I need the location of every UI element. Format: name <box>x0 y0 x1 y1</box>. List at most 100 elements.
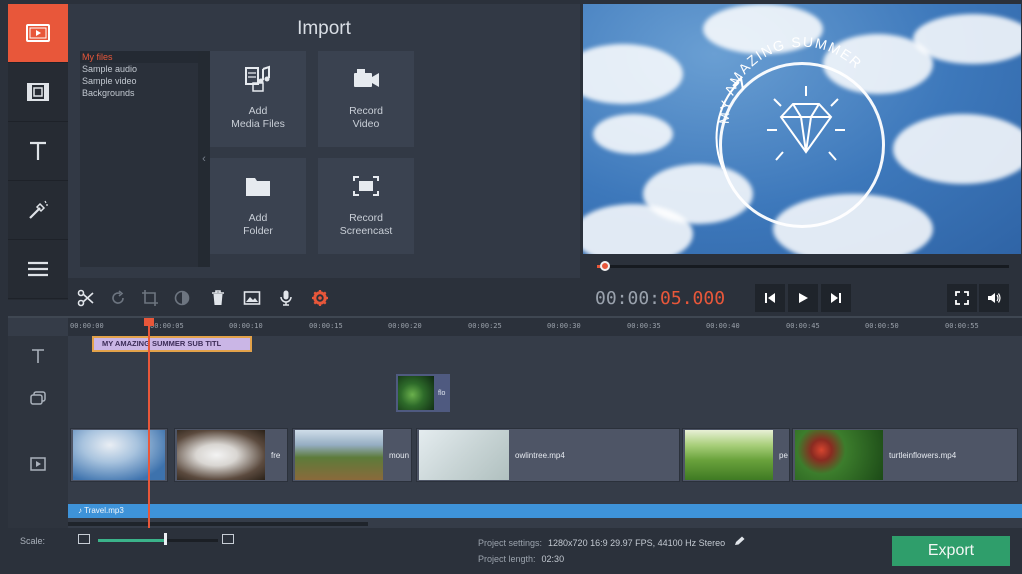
crop-icon <box>142 290 158 306</box>
seek-bar[interactable] <box>597 265 1009 268</box>
clip-thumbnail <box>685 430 773 480</box>
zoom-in-icon[interactable] <box>222 534 234 544</box>
import-panel: Import My files Sample audio Sample vide… <box>68 4 580 278</box>
split-button[interactable] <box>72 284 100 312</box>
clip-label: fre <box>271 450 281 460</box>
delete-button[interactable] <box>204 284 232 312</box>
file-list-item[interactable]: Sample audio <box>80 63 198 75</box>
tile-label-line1: Add <box>248 212 268 224</box>
project-settings-label: Project settings: <box>478 538 543 548</box>
add-media-files-button[interactable]: Add Media Files <box>210 51 306 147</box>
timecode: 00:00:05.000 <box>595 288 725 309</box>
clip-label: owlintree.mp4 <box>515 450 565 460</box>
audio-clip-label: Travel.mp3 <box>84 506 124 515</box>
video-icon <box>30 457 46 471</box>
playhead[interactable] <box>148 318 150 528</box>
clip-label: moun <box>389 450 410 460</box>
video-clip[interactable]: owlintree.mp4 <box>416 428 680 482</box>
time-ruler[interactable]: 00:00:00 00:00:05 00:00:10 00:00:15 00:0… <box>68 318 1022 336</box>
titles-icon <box>30 141 46 160</box>
fullscreen-button[interactable] <box>947 284 977 312</box>
ruler-tick: 00:00:55 <box>945 322 979 330</box>
ruler-tick: 00:00:35 <box>627 322 661 330</box>
play-icon <box>799 293 808 303</box>
import-tab[interactable] <box>8 4 68 63</box>
export-button[interactable]: Export <box>892 536 1010 566</box>
volume-button[interactable] <box>979 284 1009 312</box>
audio-clip[interactable]: ♪ Travel.mp3 <box>68 504 1022 518</box>
video-clip[interactable]: turtleinflowers.mp4 <box>792 428 1018 482</box>
titles-tab[interactable] <box>8 122 68 181</box>
volume-icon <box>988 293 1001 303</box>
timecode-value: 05.000 <box>660 288 726 309</box>
ruler-tick: 00:00:40 <box>706 322 740 330</box>
video-preview[interactable]: MY AMAZING SUMMER <box>583 4 1021 254</box>
ruler-tick: 00:00:25 <box>468 322 502 330</box>
clip-thumbnail <box>295 430 383 480</box>
transitions-tab[interactable] <box>8 181 68 240</box>
video-clip[interactable]: pe <box>682 428 790 482</box>
tile-label-line2: Screencast <box>339 225 393 237</box>
video-camera-icon <box>354 69 379 87</box>
clip-thumbnail <box>398 376 434 410</box>
ruler-tick: 00:00:50 <box>865 322 899 330</box>
more-menu-icon <box>28 261 48 277</box>
overlay-clip[interactable]: flo <box>396 374 450 412</box>
color-adjust-icon <box>174 290 190 306</box>
title-clip[interactable]: MY AMAZING SUMMER SUB TITL <box>92 336 252 352</box>
file-list-item[interactable]: Backgrounds <box>80 87 198 99</box>
record-video-button[interactable]: Record Video <box>318 51 414 147</box>
scale-slider[interactable] <box>98 539 218 542</box>
record-screencast-button[interactable]: Record Screencast <box>318 158 414 254</box>
text-icon <box>32 349 44 363</box>
filters-tab[interactable] <box>8 63 68 122</box>
media-files-icon <box>245 65 270 92</box>
image-icon <box>243 291 261 305</box>
clip-thumbnail <box>177 430 265 480</box>
track-headers <box>8 336 68 528</box>
video-clip[interactable]: moun <box>292 428 412 482</box>
file-list-item[interactable]: My files <box>80 51 198 63</box>
ruler-tick: 00:00:20 <box>388 322 422 330</box>
ruler-tick: 00:00:10 <box>229 322 263 330</box>
zoom-out-icon[interactable] <box>78 534 90 544</box>
color-adjust-button[interactable] <box>168 284 196 312</box>
project-length: Project length: 02:30 <box>478 554 564 564</box>
clip-thumbnail <box>73 430 165 480</box>
add-folder-button[interactable]: Add Folder <box>210 158 306 254</box>
svg-text:MY AMAZING SUMMER: MY AMAZING SUMMER <box>716 34 866 125</box>
seek-handle[interactable] <box>600 261 611 271</box>
scale-slider-handle[interactable] <box>164 533 167 545</box>
import-title: Import <box>297 18 351 39</box>
play-button[interactable] <box>788 284 818 312</box>
summer-logo: MY AMAZING SUMMER <box>715 34 866 170</box>
skip-back-button[interactable] <box>755 284 785 312</box>
more-menu-tab[interactable] <box>8 240 68 299</box>
ruler-tick: 00:00:15 <box>309 322 343 330</box>
overlay-icon <box>30 391 46 405</box>
tile-label-line1: Record <box>349 105 383 117</box>
pencil-icon[interactable] <box>734 536 746 546</box>
chevron-left-icon: ‹ <box>202 153 206 165</box>
crop-button[interactable] <box>136 284 164 312</box>
tile-label-line2: Video <box>352 118 380 130</box>
settings-button[interactable] <box>306 284 334 312</box>
left-toolbar <box>8 4 68 300</box>
file-list-item[interactable]: Sample video <box>80 75 198 87</box>
collapse-handle[interactable]: ‹ <box>198 51 210 267</box>
tile-label-line2: Folder <box>243 225 273 237</box>
skip-forward-button[interactable] <box>821 284 851 312</box>
image-button[interactable] <box>238 284 266 312</box>
project-settings: Project settings: 1280x720 16:9 29.97 FPS… <box>478 536 746 548</box>
titles-track-icon <box>8 346 68 366</box>
fullscreen-icon <box>955 291 969 305</box>
video-clip[interactable] <box>70 428 168 482</box>
clip-label: flo <box>438 389 446 397</box>
rotate-button[interactable] <box>104 284 132 312</box>
microphone-icon <box>280 290 292 306</box>
video-clip[interactable]: fre <box>174 428 288 482</box>
record-voice-button[interactable] <box>272 284 300 312</box>
tile-label-line2: Media Files <box>231 118 285 130</box>
transitions-icon <box>29 200 48 219</box>
timeline-scrollbar[interactable] <box>68 522 368 526</box>
